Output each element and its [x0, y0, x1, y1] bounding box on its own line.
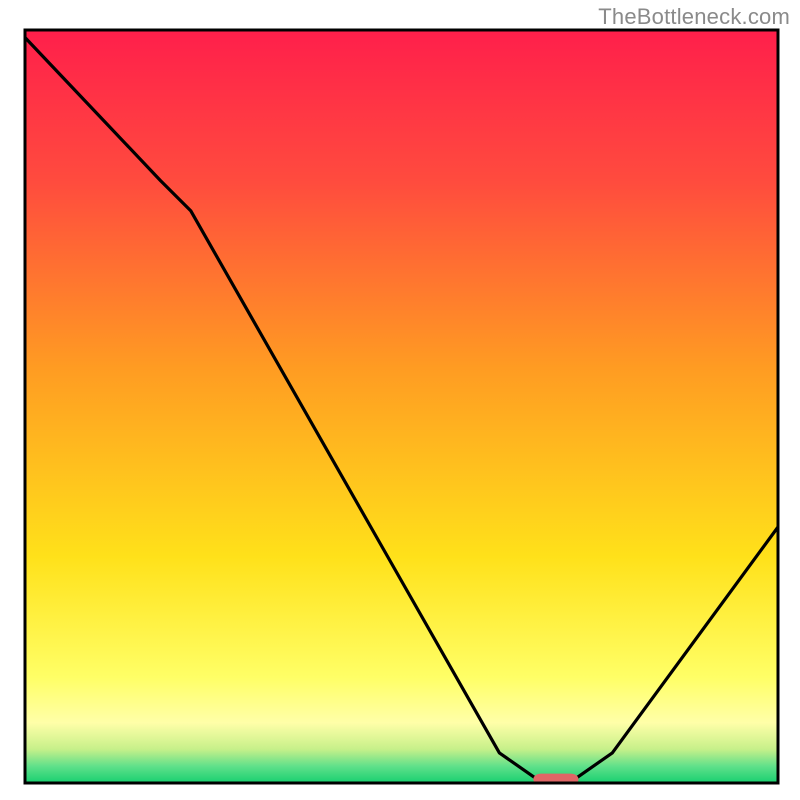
- chart-background: [25, 30, 778, 783]
- bottleneck-chart: [0, 0, 800, 800]
- attribution-text: TheBottleneck.com: [598, 4, 790, 30]
